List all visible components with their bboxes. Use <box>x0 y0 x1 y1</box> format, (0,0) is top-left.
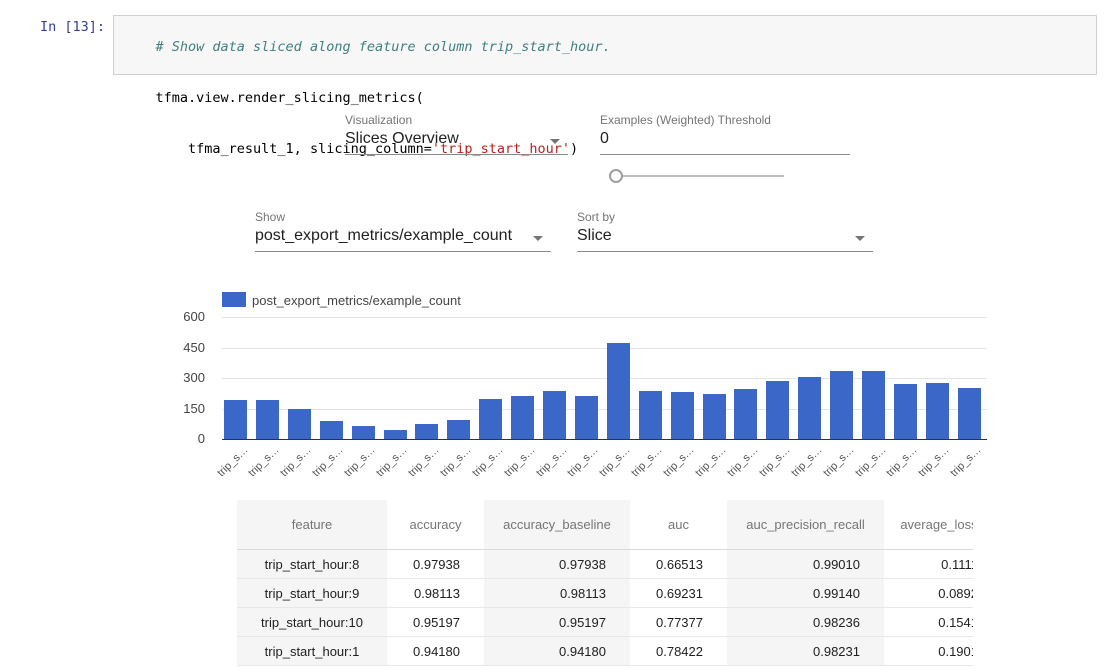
bar[interactable] <box>798 377 821 439</box>
bar[interactable] <box>639 391 662 439</box>
bar[interactable] <box>830 371 853 439</box>
threshold-label: Examples (Weighted) Threshold <box>600 113 771 127</box>
gridline <box>222 317 987 318</box>
column-header-accuracy[interactable]: accuracy <box>387 500 484 549</box>
code-comment: # Show data sliced along feature column … <box>156 39 611 55</box>
metric-cell: 0.0892 <box>884 579 973 607</box>
bar[interactable] <box>607 343 630 439</box>
column-header-auc_precision_recall[interactable]: auc_precision_recall <box>727 500 884 549</box>
metric-cell: 0.1541 <box>884 608 973 636</box>
feature-cell: trip_start_hour:1 <box>237 637 387 665</box>
metric-cell: 0.98236 <box>727 608 884 636</box>
metrics-table: featureaccuracyaccuracy_baselineaucauc_p… <box>237 500 973 668</box>
bar[interactable] <box>862 371 885 439</box>
bar[interactable] <box>575 396 598 439</box>
sort-by-label: Sort by <box>577 210 615 224</box>
metric-cell: 0.97938 <box>387 550 484 578</box>
chevron-down-icon <box>550 139 560 144</box>
x-axis-line <box>222 439 987 440</box>
column-header-accuracy_baseline[interactable]: accuracy_baseline <box>484 500 630 549</box>
chevron-down-icon <box>855 236 865 241</box>
bar[interactable] <box>288 409 311 440</box>
bar[interactable] <box>511 396 534 439</box>
bar[interactable] <box>384 430 407 439</box>
y-tick-label: 600 <box>158 309 205 324</box>
table-row: trip_start_hour:90.981130.981130.692310.… <box>237 579 973 608</box>
chevron-down-icon <box>533 236 543 241</box>
bar[interactable] <box>320 421 343 439</box>
threshold-input[interactable]: 0 <box>600 130 850 155</box>
visualization-dropdown[interactable]: Slices Overview <box>345 130 568 155</box>
cell-prompt: In [13]: <box>0 19 105 35</box>
y-tick-label: 0 <box>158 431 205 446</box>
metric-cell: 0.98113 <box>484 579 630 607</box>
column-header-average_loss[interactable]: average_loss <box>884 500 973 549</box>
show-value: post_export_metrics/example_count <box>255 227 512 244</box>
bar[interactable] <box>734 389 757 439</box>
column-header-feature[interactable]: feature <box>237 500 387 549</box>
feature-cell: trip_start_hour:9 <box>237 579 387 607</box>
column-header-auc[interactable]: auc <box>630 500 727 549</box>
bar[interactable] <box>352 426 375 439</box>
bar[interactable] <box>926 383 949 439</box>
gridline <box>222 348 987 349</box>
metric-cell: 0.98113 <box>387 579 484 607</box>
code-editor[interactable]: # Show data sliced along feature column … <box>113 15 1097 75</box>
table-body: trip_start_hour:80.979380.979380.665130.… <box>237 550 973 666</box>
legend-swatch <box>222 292 246 307</box>
code-line3-post: ) <box>570 141 578 157</box>
bar[interactable] <box>958 388 981 439</box>
metric-cell: 0.95197 <box>387 608 484 636</box>
metric-cell: 0.94180 <box>387 637 484 665</box>
metric-cell: 0.78422 <box>630 637 727 665</box>
threshold-slider-handle[interactable] <box>609 169 623 183</box>
visualization-label: Visualization <box>345 113 412 127</box>
bar[interactable] <box>224 400 247 439</box>
metric-cell: 0.99010 <box>727 550 884 578</box>
metric-cell: 0.1111 <box>884 550 973 578</box>
bar[interactable] <box>766 381 789 439</box>
metric-cell: 0.66513 <box>630 550 727 578</box>
bar[interactable] <box>415 424 438 439</box>
metric-cell: 0.1901 <box>884 637 973 665</box>
metric-cell: 0.99140 <box>727 579 884 607</box>
feature-cell: trip_start_hour:10 <box>237 608 387 636</box>
metric-cell: 0.95197 <box>484 608 630 636</box>
metric-cell: 0.94180 <box>484 637 630 665</box>
threshold-value: 0 <box>600 130 609 147</box>
table-header-row: featureaccuracyaccuracy_baselineaucauc_p… <box>237 500 973 550</box>
visualization-value: Slices Overview <box>345 130 459 147</box>
sort-by-value: Slice <box>577 227 612 244</box>
threshold-slider-track[interactable] <box>617 175 784 177</box>
bar[interactable] <box>703 394 726 439</box>
table-row: trip_start_hour:100.951970.951970.773770… <box>237 608 973 637</box>
tfma-slicing-metrics-view: In [13]: # Show data sliced along featur… <box>0 0 1111 668</box>
metric-cell: 0.77377 <box>630 608 727 636</box>
y-tick-label: 150 <box>158 401 205 416</box>
feature-cell: trip_start_hour:8 <box>237 550 387 578</box>
y-tick-label: 450 <box>158 340 205 355</box>
bar[interactable] <box>671 392 694 439</box>
metric-cell: 0.98231 <box>727 637 884 665</box>
code-line2: tfma.view.render_slicing_metrics( <box>156 90 424 106</box>
show-dropdown[interactable]: post_export_metrics/example_count <box>255 227 551 252</box>
show-label: Show <box>255 210 285 224</box>
sort-by-dropdown[interactable]: Slice <box>577 227 873 252</box>
bar[interactable] <box>256 400 279 439</box>
bar[interactable] <box>479 399 502 439</box>
metric-cell: 0.69231 <box>630 579 727 607</box>
y-tick-label: 300 <box>158 370 205 385</box>
bar[interactable] <box>894 384 917 439</box>
legend-label: post_export_metrics/example_count <box>252 293 461 308</box>
table-row: trip_start_hour:10.941800.941800.784220.… <box>237 637 973 666</box>
table-row: trip_start_hour:80.979380.979380.665130.… <box>237 550 973 579</box>
bar[interactable] <box>447 420 470 439</box>
bar[interactable] <box>543 391 566 439</box>
metric-cell: 0.97938 <box>484 550 630 578</box>
